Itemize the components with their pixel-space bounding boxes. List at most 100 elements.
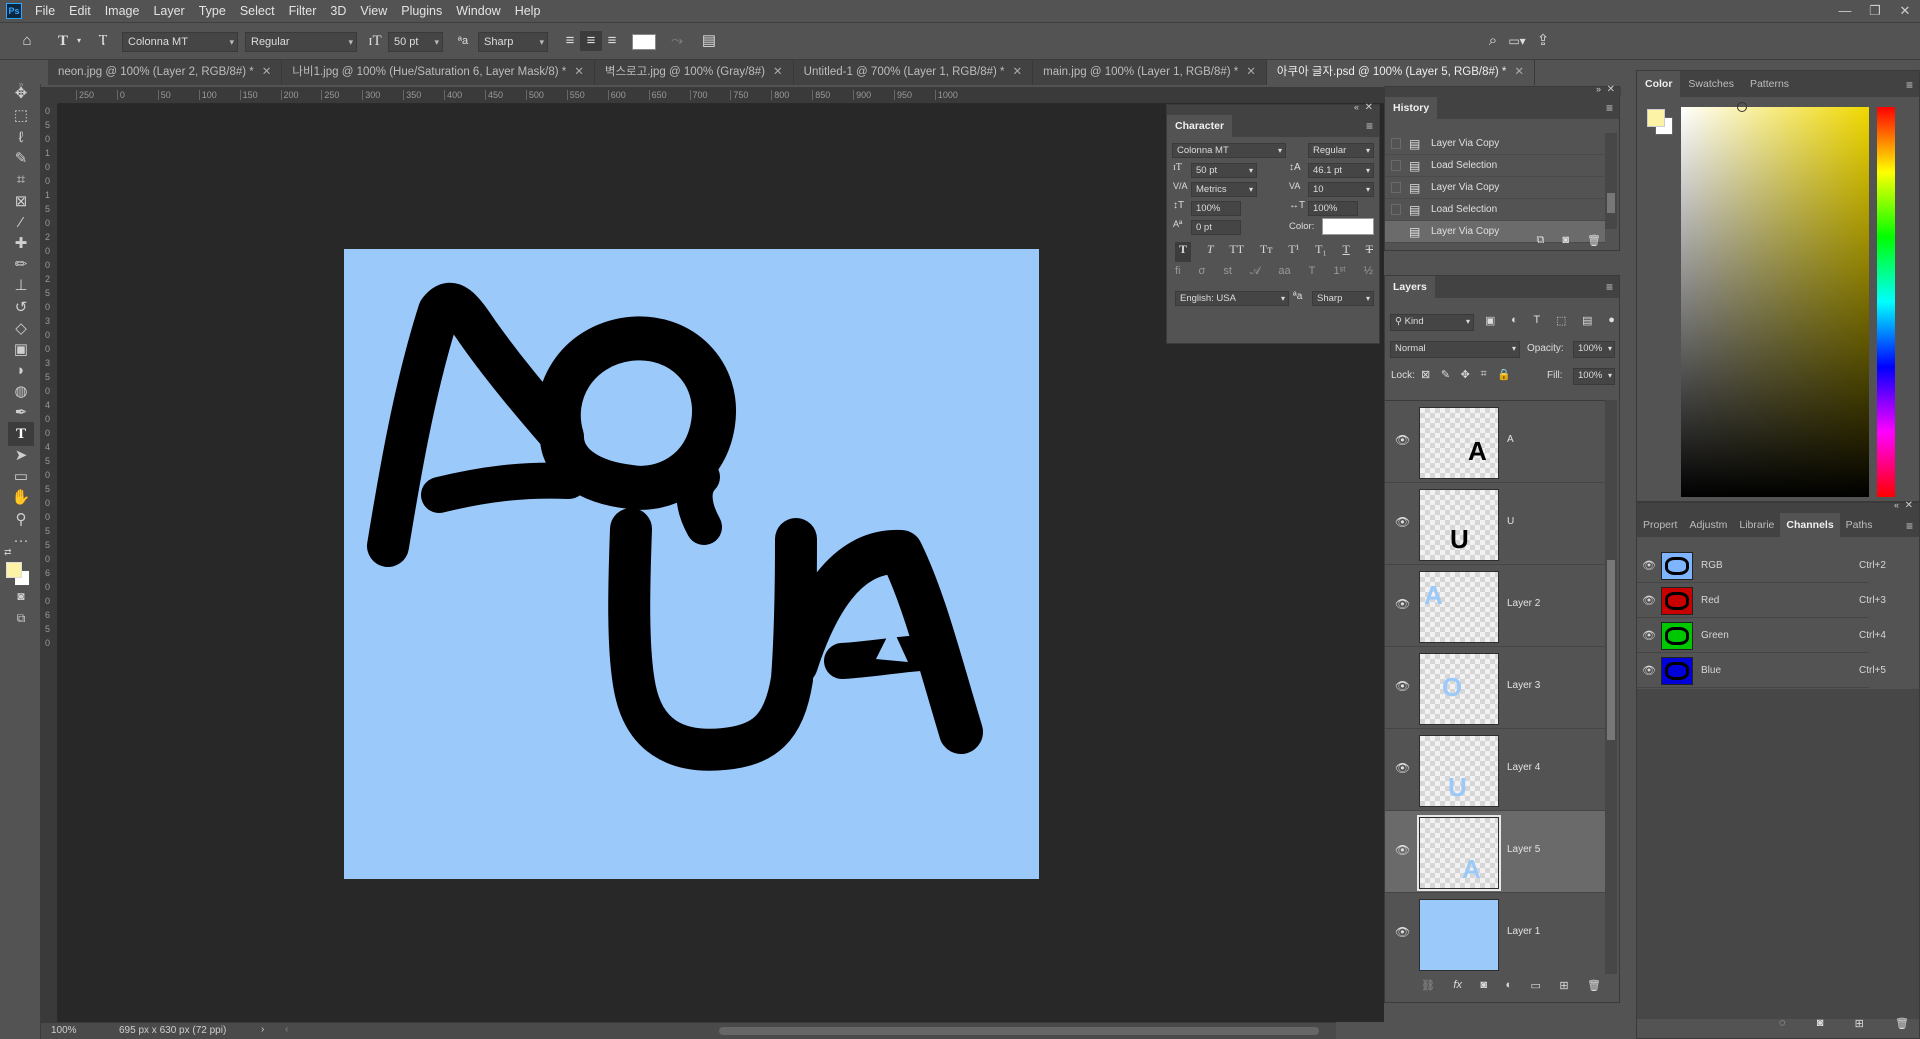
menu-item-select[interactable]: Select (233, 0, 282, 22)
quick-mask-icon[interactable]: ◙ (8, 584, 34, 608)
visibility-eye-icon[interactable]: 👁 (1642, 594, 1656, 607)
visibility-eye-icon[interactable]: 👁 (1642, 629, 1656, 642)
save-selection-icon[interactable]: ◙ (1817, 1017, 1824, 1030)
home-icon[interactable]: ⌂ (16, 31, 38, 51)
character-aa-select[interactable]: Sharp ▾ (1312, 291, 1374, 306)
horizontal-scrollbar-thumb[interactable] (719, 1027, 1319, 1035)
layer-row[interactable]: 👁 U U (1385, 483, 1607, 565)
stamp-tool-icon[interactable]: ⊥ (8, 274, 34, 298)
tab-paths[interactable]: Paths (1840, 513, 1879, 537)
visibility-eye-icon[interactable]: 👁 (1642, 664, 1656, 677)
panel-menu-icon[interactable]: ≡ (1606, 101, 1613, 115)
panel-menu-icon[interactable]: ≡ (1906, 78, 1913, 92)
baseline-shift-field[interactable]: 0 pt (1191, 220, 1241, 235)
titling-alternates-icon[interactable]: aa (1278, 265, 1290, 283)
minimize-button[interactable]: — (1830, 0, 1860, 22)
swap-colors-icon[interactable]: ⇄ (4, 547, 12, 558)
history-brush-source-box[interactable] (1391, 226, 1401, 237)
restore-button[interactable]: ❐ (1860, 0, 1890, 22)
fractions-icon[interactable]: ½ (1364, 265, 1373, 283)
menu-item-view[interactable]: View (353, 0, 394, 22)
fill-field[interactable]: 100% ▾ (1573, 368, 1615, 385)
document-tab[interactable]: neon.jpg @ 100% (Layer 2, RGB/8#) * ✕ (48, 60, 283, 85)
stylistic-alternates-icon[interactable]: st (1223, 265, 1232, 283)
strikethrough-icon[interactable]: T (1366, 242, 1373, 262)
visibility-eye-icon[interactable]: 👁 (1395, 843, 1410, 857)
close-tab-icon[interactable]: ✕ (1246, 66, 1256, 78)
screen-mode-icon[interactable]: ⧉ (8, 606, 34, 630)
visibility-eye-icon[interactable]: 👁 (1395, 515, 1410, 529)
close-panel-icon[interactable]: ✕ (1607, 84, 1615, 95)
marquee-tool-icon[interactable]: ⬚ (8, 104, 34, 128)
delete-state-icon[interactable]: 🗑 (1587, 234, 1601, 247)
layers-scrollbar[interactable] (1605, 400, 1617, 974)
close-tab-icon[interactable]: ✕ (262, 66, 272, 78)
adjustment-layer-icon[interactable]: ◐ (1505, 979, 1512, 992)
panel-menu-icon[interactable]: ≡ (1906, 519, 1913, 533)
tab-swatches[interactable]: Swatches (1680, 71, 1742, 97)
type-tool-icon[interactable]: T (8, 422, 34, 446)
panel-menu-icon[interactable]: ≡ (1606, 280, 1613, 294)
menu-item-image[interactable]: Image (98, 0, 147, 22)
menu-item-file[interactable]: File (28, 0, 62, 22)
history-state[interactable]: ▤ Layer Via Copy (1385, 133, 1605, 155)
character-leading-field[interactable]: 46.1 pt ▾ (1308, 163, 1374, 178)
text-color-swatch[interactable] (632, 34, 656, 50)
layer-row[interactable]: 👁 A Layer 5 (1385, 811, 1607, 893)
channel-row[interactable]: 👁 RGB Ctrl+2 (1637, 549, 1886, 583)
link-layers-icon[interactable]: ⛓ (1421, 979, 1435, 992)
subscript-icon[interactable]: T₁ (1315, 242, 1327, 262)
menu-item-filter[interactable]: Filter (282, 0, 324, 22)
warp-text-icon[interactable]: ⤳ (666, 31, 688, 51)
visibility-eye-icon[interactable]: 👁 (1395, 433, 1410, 447)
close-panel-icon[interactable]: ✕ (1905, 500, 1913, 511)
layer-style-icon[interactable]: fx (1453, 979, 1462, 992)
load-channel-selection-icon[interactable]: ◌ (1779, 1017, 1786, 1030)
visibility-eye-icon[interactable]: 👁 (1642, 559, 1656, 572)
visibility-eye-icon[interactable]: 👁 (1395, 925, 1410, 939)
all-caps-icon[interactable]: TT (1229, 242, 1244, 262)
character-panel-grip[interactable]: « ✕ (1167, 102, 1379, 115)
new-document-from-state-icon[interactable]: ⧉ (1537, 234, 1545, 247)
discretionary-ligatures-icon[interactable]: σ (1199, 265, 1206, 283)
character-font-select[interactable]: Colonna MT ▾ (1172, 143, 1286, 158)
character-style-select[interactable]: Regular ▾ (1308, 143, 1374, 158)
character-panel-toggle-icon[interactable]: ▤ (698, 31, 720, 51)
ordinals-icon[interactable]: T (1309, 265, 1316, 283)
zoom-level[interactable]: 100% (51, 1025, 77, 1036)
close-panel-icon[interactable]: ✕ (1365, 102, 1373, 113)
collapse-panel-icon[interactable]: « (1894, 500, 1899, 510)
tab-adjustm[interactable]: Adjustm (1683, 513, 1733, 537)
menu-item-type[interactable]: Type (192, 0, 233, 22)
scrollbar-thumb[interactable] (1607, 193, 1615, 213)
layer-row[interactable]: 👁 O Layer 3 (1385, 647, 1607, 729)
history-brush-source-box[interactable] (1391, 160, 1401, 171)
layer-row[interactable]: 👁 U Layer 4 (1385, 729, 1607, 811)
menu-item-window[interactable]: Window (449, 0, 507, 22)
history-state[interactable]: ▤ Load Selection (1385, 155, 1605, 177)
delete-layer-icon[interactable]: 🗑 (1587, 979, 1601, 992)
lock-all-icon[interactable]: 🔒 (1497, 368, 1511, 381)
menu-item-3d[interactable]: 3D (323, 0, 353, 22)
visibility-eye-icon[interactable]: 👁 (1395, 679, 1410, 693)
small-caps-icon[interactable]: Tт (1260, 242, 1273, 262)
filter-pixel-icon[interactable]: ▣ (1485, 314, 1495, 327)
channel-row[interactable]: 👁 Red Ctrl+3 (1637, 584, 1886, 618)
workspace-icon[interactable]: ▭▾ (1506, 31, 1528, 51)
history-state[interactable]: ▤ Layer Via Copy (1385, 177, 1605, 199)
filter-type-icon[interactable]: T (1534, 314, 1541, 327)
lock-image-icon[interactable]: ✎ (1441, 368, 1450, 381)
visibility-eye-icon[interactable]: 👁 (1395, 597, 1410, 611)
layer-row[interactable]: 👁 Layer 1 (1385, 893, 1607, 974)
tab-character[interactable]: Character (1167, 115, 1233, 137)
history-brush-source-box[interactable] (1391, 138, 1401, 149)
tab-patterns[interactable]: Patterns (1742, 71, 1797, 97)
character-size-field[interactable]: 50 pt ▾ (1191, 163, 1257, 178)
collapse-panel-icon[interactable]: » (1596, 84, 1601, 94)
filter-shape-icon[interactable]: ⬚ (1556, 314, 1566, 327)
foreground-color-swatch[interactable] (6, 562, 22, 578)
document-tab[interactable]: Untitled-1 @ 700% (Layer 1, RGB/8#) * ✕ (794, 60, 1034, 85)
move-tool-icon[interactable]: ✥ (8, 82, 34, 106)
close-tab-icon[interactable]: ✕ (1514, 66, 1524, 78)
align-left-icon[interactable]: ≡ (559, 31, 581, 51)
